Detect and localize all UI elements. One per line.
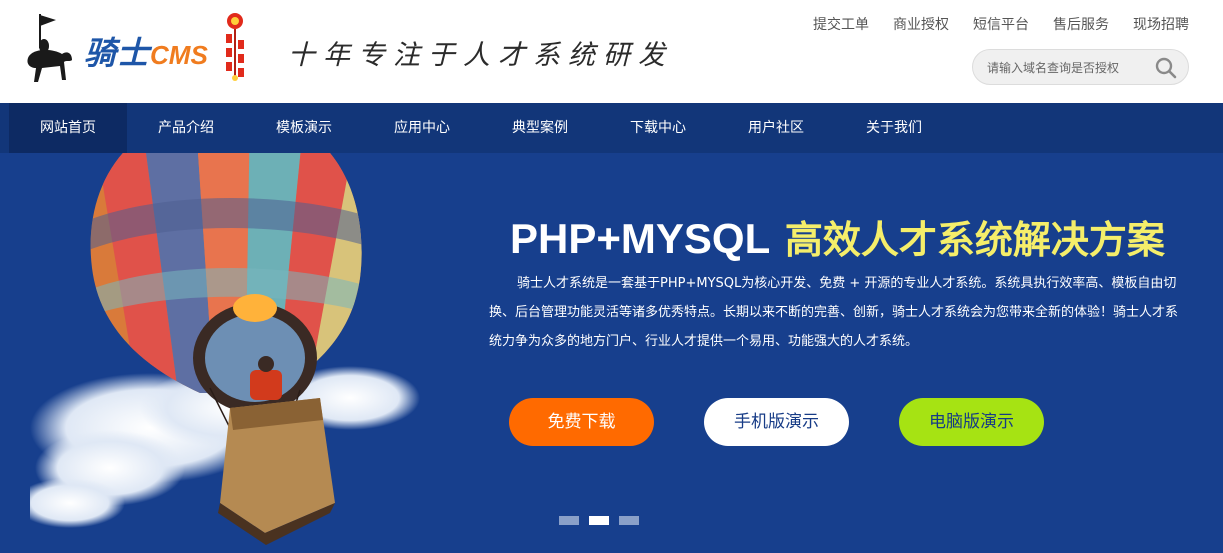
slider-dots xyxy=(559,516,639,525)
top-links: 提交工单 商业授权 短信平台 售后服务 现场招聘 xyxy=(813,14,1189,34)
slider-dot-3[interactable] xyxy=(619,516,639,525)
mobile-demo-button[interactable]: 手机版演示 xyxy=(704,398,849,446)
hero-title-cn: 高效人才系统解决方案 xyxy=(784,218,1165,262)
nav-cases[interactable]: 典型案例 xyxy=(481,103,599,153)
main-nav: 网站首页 产品介绍 模板演示 应用中心 典型案例 下载中心 用户社区 关于我们 xyxy=(0,103,1223,153)
nav-products[interactable]: 产品介绍 xyxy=(127,103,245,153)
logo-name: 骑士 xyxy=(84,34,151,72)
nav-about[interactable]: 关于我们 xyxy=(835,103,953,153)
pc-demo-button[interactable]: 电脑版演示 xyxy=(899,398,1044,446)
search-icon[interactable] xyxy=(1154,56,1178,80)
firecracker-icon xyxy=(226,13,244,81)
site-header: 骑士CMS 十年专注于人才系统研发 提交工单 商业授权 短信平台 售后服务 现场… xyxy=(0,0,1223,103)
top-link-license[interactable]: 商业授权 xyxy=(893,14,949,34)
slider-dot-1[interactable] xyxy=(559,516,579,525)
top-link-sms[interactable]: 短信平台 xyxy=(973,14,1029,34)
free-download-button[interactable]: 免费下载 xyxy=(509,398,654,446)
logo-suffix: CMS xyxy=(150,40,208,70)
site-logo[interactable]: 骑士CMS xyxy=(22,10,252,88)
logo-wordmark: 骑士CMS xyxy=(84,28,224,72)
site-slogan: 十年专注于人才系统研发 xyxy=(288,40,673,71)
nav-home[interactable]: 网站首页 xyxy=(9,103,127,153)
hero-title: PHP+MYSQL 高效人才系统解决方案 xyxy=(510,209,1165,264)
nav-templates[interactable]: 模板演示 xyxy=(245,103,363,153)
top-link-recruit[interactable]: 现场招聘 xyxy=(1133,14,1189,34)
hero-description: 骑士人才系统是一套基于PHP+MYSQL为核心开发、免费 + 开源的专业人才系统… xyxy=(489,276,1179,349)
nav-apps[interactable]: 应用中心 xyxy=(363,103,481,153)
top-link-ticket[interactable]: 提交工单 xyxy=(813,14,869,34)
hot-air-balloon-image xyxy=(30,110,420,545)
hero-title-en: PHP+MYSQL xyxy=(510,215,771,262)
nav-community[interactable]: 用户社区 xyxy=(717,103,835,153)
slider-dot-2[interactable] xyxy=(589,516,609,525)
license-search xyxy=(972,49,1189,85)
top-link-support[interactable]: 售后服务 xyxy=(1053,14,1109,34)
nav-downloads[interactable]: 下载中心 xyxy=(599,103,717,153)
hero-banner: 网站首页 产品介绍 模板演示 应用中心 典型案例 下载中心 用户社区 关于我们 … xyxy=(0,103,1223,553)
search-input[interactable] xyxy=(987,58,1147,78)
